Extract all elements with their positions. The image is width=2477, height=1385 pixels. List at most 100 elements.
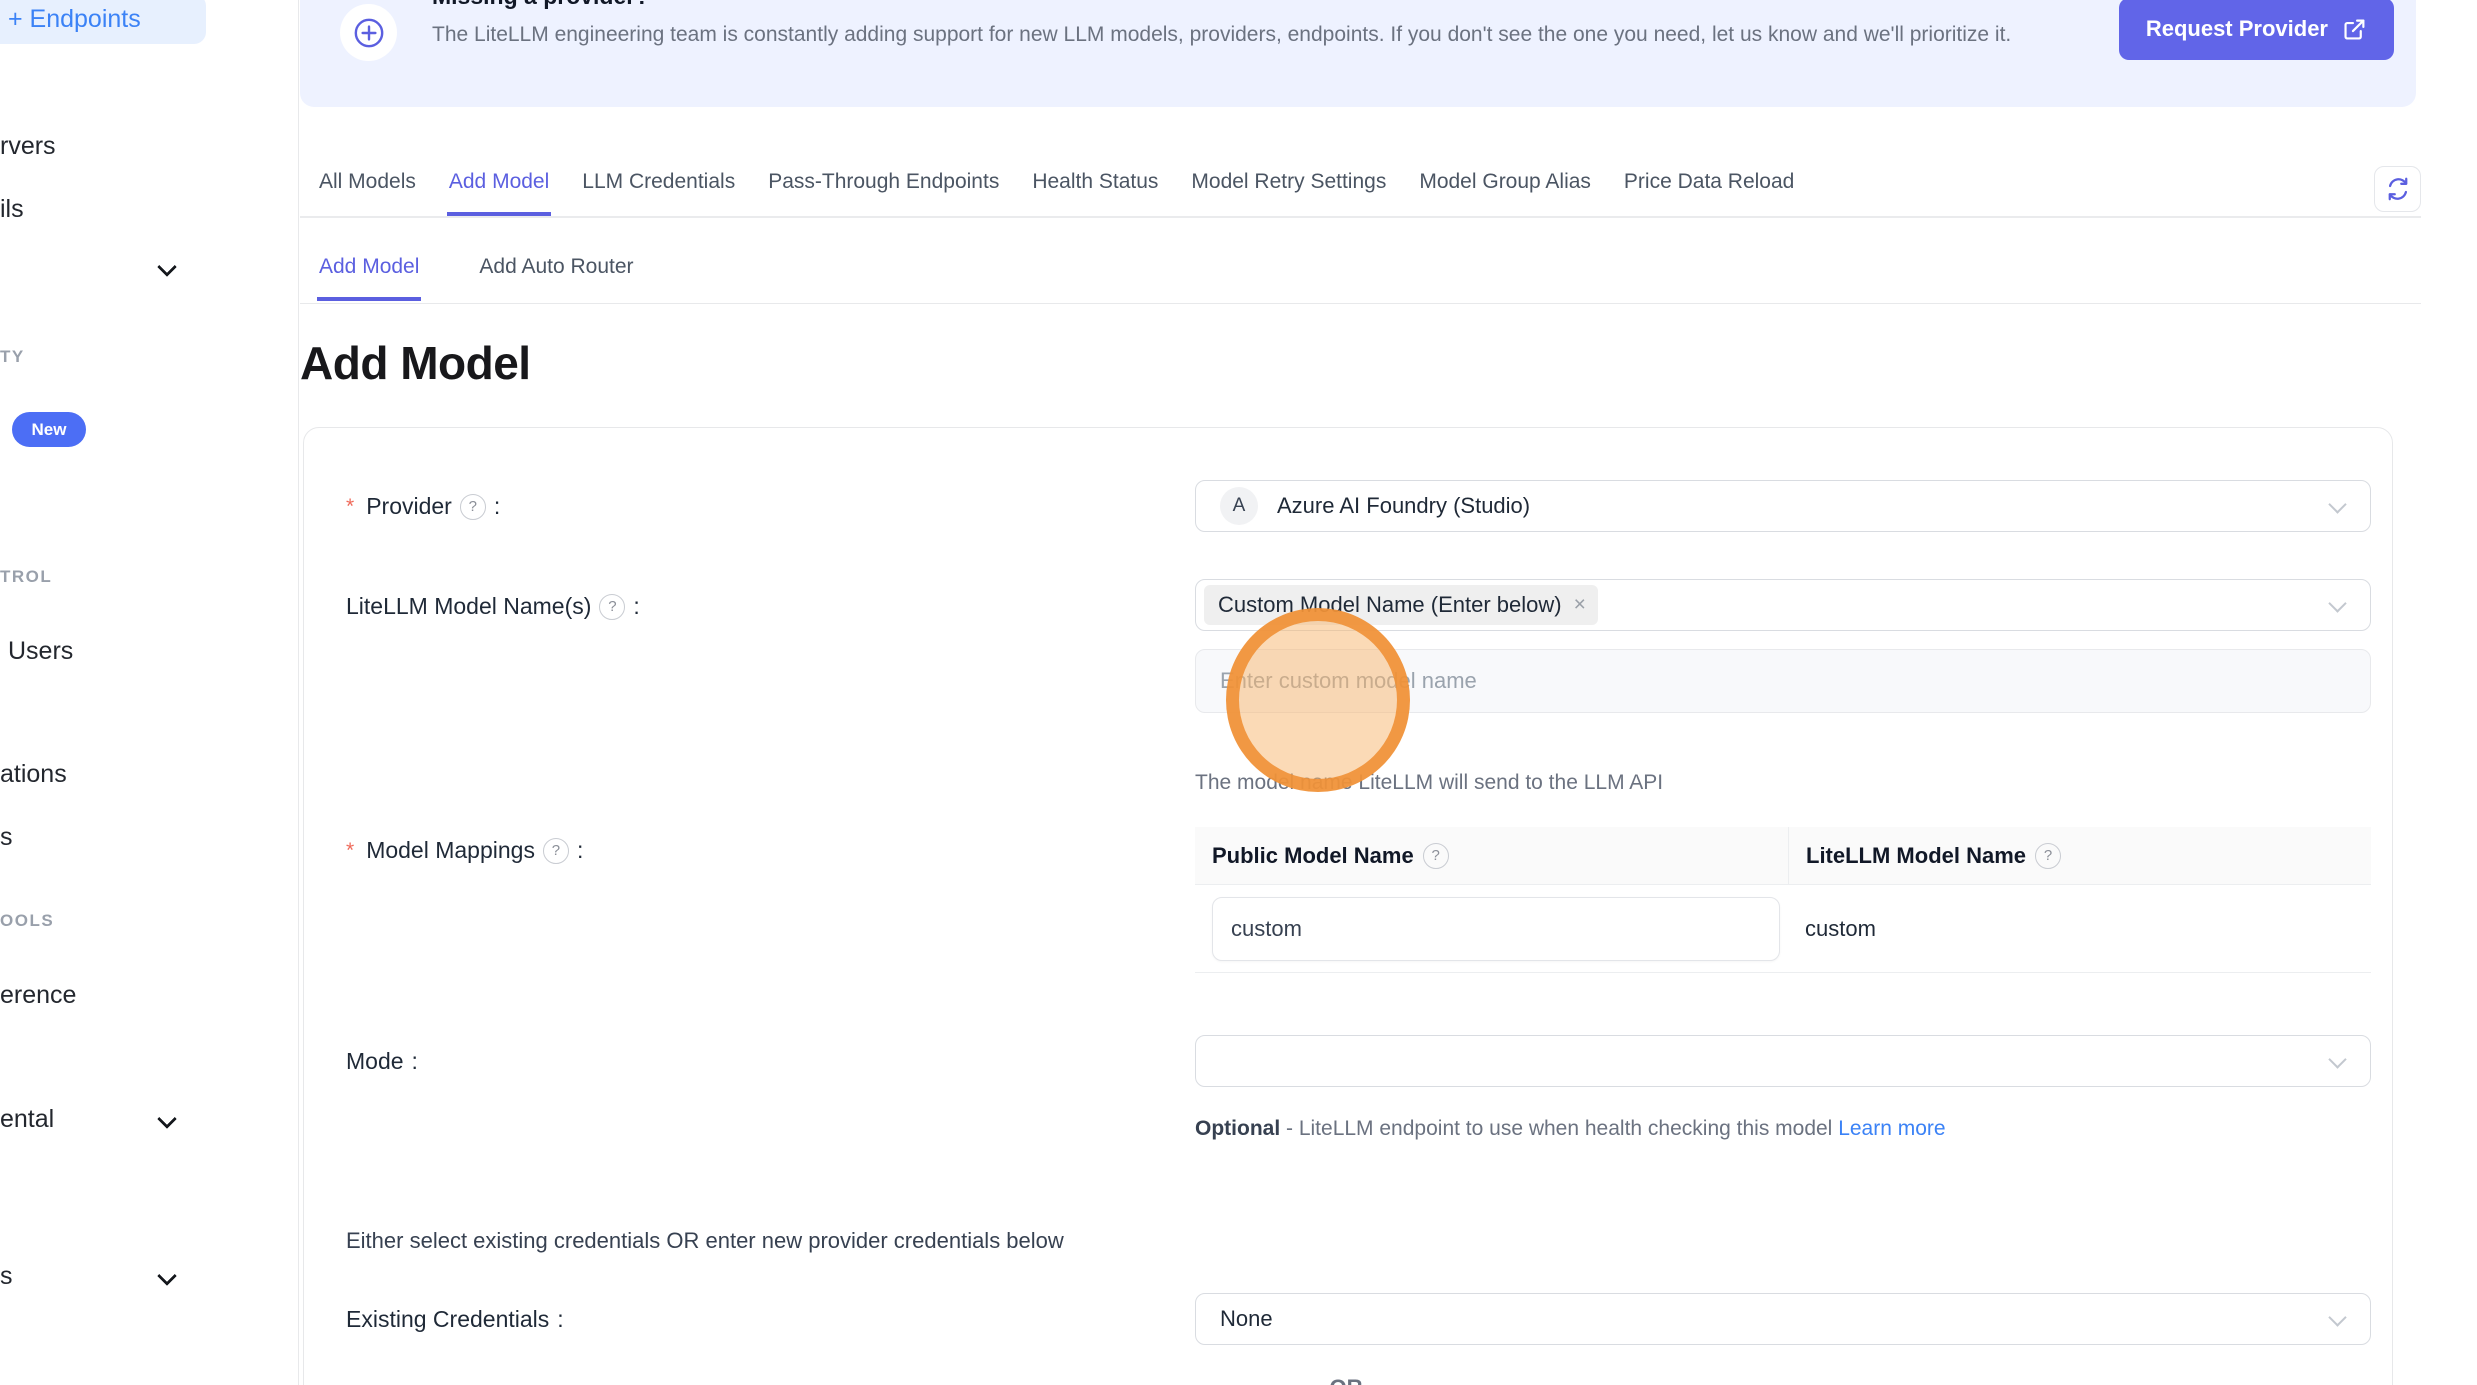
model-names-label: LiteLLM Model Name(s) ?: [346, 593, 640, 620]
provider-avatar: A [1220, 487, 1258, 525]
mode-helper-text: Optional - LiteLLM endpoint to use when … [1195, 1109, 2013, 1149]
help-icon[interactable]: ? [2035, 843, 2061, 869]
litellm-model-name-header: LiteLLM Model Name ? [1788, 827, 2371, 884]
label-colon: : [633, 593, 639, 620]
banner-description: The LiteLLM engineering team is constant… [432, 19, 2032, 50]
label-colon: : [412, 1048, 418, 1075]
mode-label: Mode: [346, 1048, 418, 1075]
model-names-select[interactable]: Custom Model Name (Enter below) × [1195, 579, 2371, 631]
chevron-down-icon[interactable] [157, 257, 177, 277]
sidebar-section-header-tools: OOLS [0, 911, 54, 931]
tab-add-model[interactable]: Add Model [449, 170, 549, 194]
mode-helper-bold: Optional [1195, 1117, 1280, 1140]
chevron-down-icon [2328, 1050, 2346, 1068]
new-badge: New [12, 412, 86, 447]
custom-model-helper-text: The model name LiteLLM will send to the … [1195, 771, 1663, 795]
tab-model-retry-settings[interactable]: Model Retry Settings [1191, 170, 1386, 194]
help-glyph: ? [608, 598, 616, 615]
model-names-label-text: LiteLLM Model Name(s) [346, 593, 591, 620]
request-provider-button[interactable]: Request Provider [2119, 0, 2394, 60]
plus-circle-icon [340, 4, 397, 61]
remove-tag-icon[interactable]: × [1574, 593, 1586, 617]
external-link-icon [2342, 17, 2367, 42]
learn-more-link[interactable]: Learn more [1838, 1117, 1945, 1140]
subtab-add-auto-router[interactable]: Add Auto Router [479, 255, 633, 279]
sidebar-item-endpoints[interactable]: + Endpoints [0, 0, 206, 44]
sidebar-item-endpoints-label: + Endpoints [8, 5, 141, 34]
provider-label: * Provider ?: [346, 493, 500, 520]
help-icon[interactable]: ? [599, 594, 625, 620]
model-name-tag-label: Custom Model Name (Enter below) [1218, 592, 1562, 618]
tab-all-models[interactable]: All Models [319, 170, 416, 194]
help-icon[interactable]: ? [460, 494, 486, 520]
public-model-name-header: Public Model Name ? [1195, 843, 1788, 869]
help-glyph: ? [552, 842, 560, 859]
public-model-name-input[interactable] [1212, 897, 1780, 961]
or-divider: OR [1314, 1375, 1378, 1385]
request-provider-label: Request Provider [2146, 16, 2328, 42]
chevron-down-icon [2328, 495, 2346, 513]
label-colon: : [577, 837, 583, 864]
existing-credentials-label-text: Existing Credentials [346, 1306, 549, 1333]
refresh-button[interactable] [2374, 166, 2421, 212]
litellm-model-name-header-text: LiteLLM Model Name [1806, 843, 2026, 869]
model-mappings-label-text: Model Mappings [366, 837, 535, 864]
credentials-note: Either select existing credentials OR en… [346, 1228, 1064, 1254]
sidebar-section-header-access-control: TROL [0, 567, 52, 587]
missing-provider-banner: Missing a provider? The LiteLLM engineer… [300, 0, 2416, 107]
sidebar-item-organizations[interactable]: ations [0, 760, 67, 789]
help-glyph: ? [1432, 847, 1440, 864]
provider-label-text: Provider [366, 493, 452, 520]
model-name-tag: Custom Model Name (Enter below) × [1204, 585, 1598, 625]
sidebar: + Endpoints rvers ils TY New TROL Users … [0, 0, 299, 1385]
chevron-down-icon [2328, 1308, 2346, 1326]
sidebar-section-header: TY [0, 347, 25, 367]
label-colon: : [494, 493, 500, 520]
model-mapping-row: custom [1195, 885, 2371, 973]
chevron-down-icon[interactable] [157, 1109, 177, 1129]
model-mappings-header-row: Public Model Name ? LiteLLM Model Name ? [1195, 827, 2371, 885]
mode-label-text: Mode [346, 1048, 404, 1075]
sidebar-item-guardrails[interactable]: ils [0, 195, 24, 224]
model-mappings-table: Public Model Name ? LiteLLM Model Name ?… [1195, 827, 2371, 973]
model-tabs: All Models Add Model LLM Credentials Pas… [300, 170, 2421, 218]
provider-selected-value: Azure AI Foundry (Studio) [1277, 493, 1530, 519]
model-mappings-label: * Model Mappings ?: [346, 837, 583, 864]
help-icon[interactable]: ? [1423, 843, 1449, 869]
sidebar-item-users[interactable]: Users [8, 637, 73, 666]
existing-credentials-select[interactable]: None [1195, 1293, 2371, 1345]
new-badge-label: New [32, 420, 67, 440]
help-glyph: ? [469, 498, 477, 515]
add-model-form-card: * Provider ?: A Azure AI Foundry (Studio… [303, 427, 2393, 1385]
mode-helper-rest: - LiteLLM endpoint to use when health ch… [1280, 1117, 1838, 1140]
provider-select[interactable]: A Azure AI Foundry (Studio) [1195, 480, 2371, 532]
tab-model-group-alias[interactable]: Model Group Alias [1419, 170, 1591, 194]
public-model-name-header-text: Public Model Name [1212, 843, 1414, 869]
litellm-model-name-cell: custom [1788, 916, 2371, 942]
sidebar-item-experimental[interactable]: ental [0, 1105, 54, 1134]
required-asterisk: * [346, 839, 354, 863]
tab-pass-through-endpoints[interactable]: Pass-Through Endpoints [768, 170, 999, 194]
banner-title: Missing a provider? [432, 0, 649, 10]
subtab-add-model[interactable]: Add Model [319, 255, 419, 279]
tab-price-data-reload[interactable]: Price Data Reload [1624, 170, 1794, 194]
refresh-icon [2385, 176, 2411, 202]
help-glyph: ? [2044, 847, 2052, 864]
tab-llm-credentials[interactable]: LLM Credentials [582, 170, 735, 194]
sidebar-item-settings[interactable]: s [0, 1262, 13, 1291]
label-colon: : [557, 1306, 563, 1333]
sidebar-item-mcp-servers[interactable]: rvers [0, 132, 56, 161]
help-icon[interactable]: ? [543, 838, 569, 864]
sidebar-item-teams[interactable]: s [0, 823, 13, 852]
page-title: Add Model [300, 336, 531, 390]
chevron-down-icon [2328, 594, 2346, 612]
custom-model-name-input[interactable] [1195, 649, 2371, 713]
existing-credentials-value: None [1220, 1306, 1273, 1332]
public-model-name-cell [1195, 897, 1788, 961]
required-asterisk: * [346, 495, 354, 519]
chevron-down-icon[interactable] [157, 1266, 177, 1286]
mode-select[interactable] [1195, 1035, 2371, 1087]
existing-credentials-label: Existing Credentials: [346, 1306, 564, 1333]
sidebar-item-api-reference[interactable]: erence [0, 981, 76, 1010]
tab-health-status[interactable]: Health Status [1032, 170, 1158, 194]
